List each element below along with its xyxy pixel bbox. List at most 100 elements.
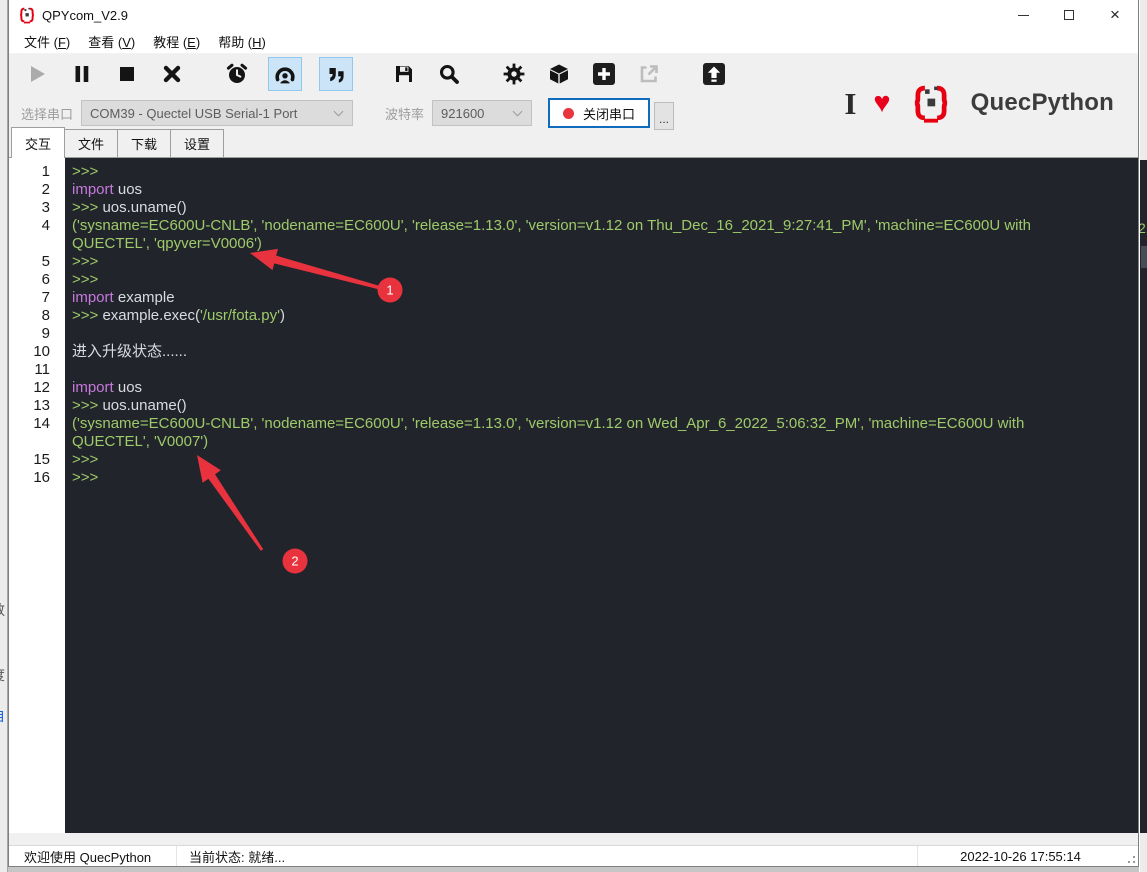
resize-grip[interactable] xyxy=(1123,846,1138,866)
menu-item-f[interactable]: 文件 (F) xyxy=(15,30,79,53)
baud-select[interactable]: 921600 xyxy=(432,100,533,126)
timer-icon xyxy=(226,63,248,83)
pause-button[interactable] xyxy=(68,60,96,88)
export-icon xyxy=(640,65,658,83)
brand-block: I ♥ QuecPython xyxy=(844,76,1114,130)
port-open-indicator xyxy=(563,107,575,119)
status-current: 当前状态: 就绪... xyxy=(189,849,286,865)
tab-2[interactable]: 文件 xyxy=(64,129,119,158)
terminal-line: >>> xyxy=(72,253,99,270)
quote-button[interactable] xyxy=(319,57,353,91)
upload-button[interactable] xyxy=(700,60,728,88)
terminal-line: >>> xyxy=(72,451,99,468)
stop-icon xyxy=(120,67,134,81)
terminal-row: 11 xyxy=(9,361,1138,379)
port-select[interactable]: COM39 - Quectel USB Serial-1 Port xyxy=(81,100,354,126)
chevron-down-icon xyxy=(333,106,344,117)
status-bar: 欢迎使用 QuecPython 当前状态: 就绪... 2022-10-26 1… xyxy=(9,845,1138,866)
settings-button[interactable] xyxy=(500,60,528,88)
terminal-row: 4 ('sysname=EC600U-CNLB', 'nodename=EC600… xyxy=(9,217,1138,253)
title-bar[interactable]: QPYcom_V2.9 × xyxy=(9,0,1138,30)
status-welcome: 欢迎使用 QuecPython xyxy=(9,846,177,866)
terminal-row: 3 >>> uos.uname() xyxy=(9,199,1138,217)
terminal-line: >>> uos.uname() xyxy=(72,199,187,216)
terminal-line: import uos xyxy=(72,379,143,396)
line-number: 3 xyxy=(41,199,50,216)
terminal-row: 14 ('sysname=EC600U-CNLB', 'nodename=EC60… xyxy=(9,415,1138,451)
menu-item-e[interactable]: 教程 (E) xyxy=(144,30,209,53)
add-button[interactable] xyxy=(590,60,618,88)
search-button[interactable] xyxy=(435,60,463,88)
menu-item-h[interactable]: 帮助 (H) xyxy=(209,30,275,53)
line-number: 16 xyxy=(33,469,50,486)
package-button[interactable] xyxy=(545,60,573,88)
tab-1[interactable]: 交互 xyxy=(11,127,66,159)
terminal-panel[interactable]: 1 >>> 2 import uos 3 >>> uos.uname() 4 ('sysnam… xyxy=(9,158,1138,833)
line-number: 13 xyxy=(33,397,50,414)
terminal-row: 7 import example xyxy=(9,289,1138,307)
kill-icon xyxy=(163,65,181,83)
package-icon xyxy=(550,64,568,84)
line-number: 11 xyxy=(34,361,50,378)
terminal-row: 5 >>> xyxy=(9,253,1138,271)
terminal-line: >>> xyxy=(72,271,99,288)
line-number: 2 xyxy=(41,181,50,198)
menu-item-v[interactable]: 查看 (V) xyxy=(79,30,144,53)
line-number: 12 xyxy=(33,379,50,396)
brand-name: QuecPython xyxy=(970,89,1114,116)
terminal-row: 1 >>> xyxy=(9,163,1138,181)
line-number: 7 xyxy=(41,289,50,306)
maximize-button[interactable] xyxy=(1046,0,1092,30)
close-port-button[interactable]: 关闭串口 xyxy=(548,98,651,128)
terminal-row: 8 >>> example.exec('/usr/fota.py') xyxy=(9,307,1138,325)
tab-3[interactable]: 下载 xyxy=(117,129,172,158)
connection-row: 选择串口 COM39 - Quectel USB Serial-1 Port 波… xyxy=(9,85,1138,132)
terminal-row: 2 import uos xyxy=(9,181,1138,199)
terminal-row: 13 >>> uos.uname() xyxy=(9,397,1138,415)
background-window-right-sliver: 21 xyxy=(1139,0,1147,872)
line-number: 9 xyxy=(41,325,50,342)
tab-strip: 交互 文件 下载 设置 xyxy=(9,127,1138,159)
close-port-label: 关闭串口 xyxy=(583,106,636,122)
pause-icon xyxy=(75,66,89,82)
quecpython-logo-icon xyxy=(914,85,947,123)
stop-button[interactable] xyxy=(113,60,141,88)
window-title: QPYcom_V2.9 xyxy=(42,7,128,23)
add-icon xyxy=(593,63,615,85)
qpycom-window: QPYcom_V2.9 × 文件 (F) 查看 (V) 教程 (E) 帮助 (H) 选… xyxy=(8,0,1139,867)
kill-button[interactable] xyxy=(158,60,186,88)
port-label: 选择串口 xyxy=(21,106,74,122)
terminal-line: 进入升级状态...... xyxy=(72,343,188,360)
line-number: 4 xyxy=(41,217,50,234)
timer-button[interactable] xyxy=(223,60,251,88)
quote-icon xyxy=(329,68,344,83)
listen-button[interactable] xyxy=(268,57,302,91)
repl-terminal[interactable]: 1 >>> 2 import uos 3 >>> uos.uname() 4 ('sysnam… xyxy=(9,158,1138,487)
tab-4[interactable]: 设置 xyxy=(170,129,225,158)
line-number: 8 xyxy=(41,307,50,324)
terminal-row: 15 >>> xyxy=(9,451,1138,469)
more-options-button[interactable]: ... xyxy=(654,102,675,130)
text-cursor-glyph: I xyxy=(844,85,857,121)
background-text-fragment: 度 xyxy=(0,665,5,685)
chevron-down-icon xyxy=(512,106,523,117)
terminal-line: >>> uos.uname() xyxy=(72,397,187,414)
minimize-button[interactable] xyxy=(1000,0,1046,30)
terminal-line: >>> xyxy=(72,163,99,180)
terminal-row: 6 >>> xyxy=(9,271,1138,289)
background-scrollbar-thumb xyxy=(1141,246,1147,268)
close-button[interactable]: × xyxy=(1092,0,1138,30)
terminal-row: 12 import uos xyxy=(9,379,1138,397)
heart-icon: ♥ xyxy=(873,86,891,119)
save-button[interactable] xyxy=(390,60,418,88)
baud-label: 波特率 xyxy=(385,106,425,122)
terminal-line: import uos xyxy=(72,181,143,198)
background-window-left-sliver: 数度自 xyxy=(0,0,8,872)
terminal-line: >>> xyxy=(72,469,99,486)
run-button xyxy=(23,60,51,88)
terminal-row: 10 进入升级状态...... xyxy=(9,343,1138,361)
line-number: 15 xyxy=(33,451,50,468)
line-number: 5 xyxy=(41,253,50,270)
